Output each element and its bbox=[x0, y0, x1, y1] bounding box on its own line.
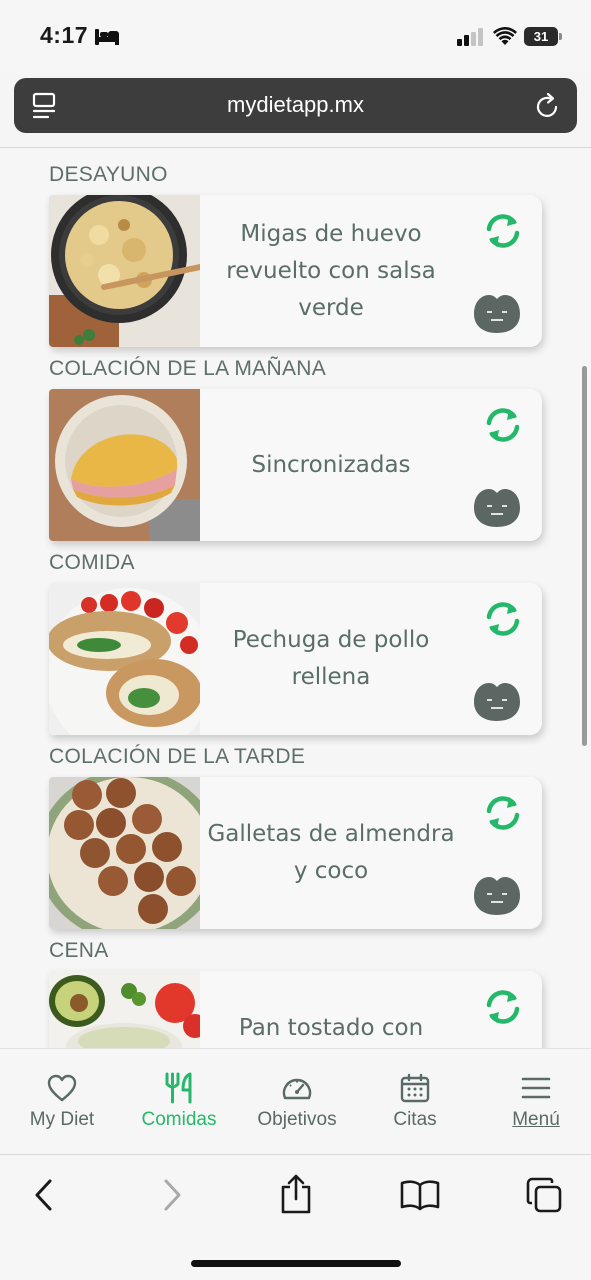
cellular-signal-icon bbox=[457, 28, 485, 46]
tab-label: My Diet bbox=[29, 1109, 95, 1130]
reload-icon[interactable] bbox=[535, 92, 561, 120]
back-icon[interactable] bbox=[32, 1177, 56, 1213]
tab-citas[interactable]: Citas bbox=[360, 1071, 470, 1131]
meal-label: CENA bbox=[49, 939, 109, 962]
bookmarks-icon[interactable] bbox=[400, 1179, 440, 1211]
scrollbar[interactable] bbox=[582, 366, 587, 746]
battery-icon: 31 bbox=[524, 27, 558, 46]
battery-cap bbox=[559, 33, 562, 40]
meal-photo bbox=[49, 389, 200, 541]
forward-icon[interactable] bbox=[160, 1177, 184, 1213]
meal-label: COMIDA bbox=[49, 551, 135, 574]
meal-card[interactable]: Pechuga de pollo rellena bbox=[49, 583, 542, 735]
meal-photo bbox=[49, 971, 200, 1048]
meal-photo bbox=[49, 195, 200, 347]
meal-card[interactable]: Migas de huevo revuelto con salsa verde bbox=[49, 195, 542, 347]
meal-card[interactable]: Sincronizadas bbox=[49, 389, 542, 541]
swap-meal-icon[interactable] bbox=[483, 211, 523, 251]
meal-label: DESAYUNO bbox=[49, 163, 168, 186]
tab-comidas[interactable]: Comidas bbox=[124, 1071, 234, 1131]
tab-label: Comidas bbox=[141, 1109, 217, 1130]
swap-meal-icon[interactable] bbox=[483, 405, 523, 445]
sleep-focus-icon bbox=[95, 29, 119, 45]
tabs-icon[interactable] bbox=[526, 1177, 564, 1215]
meal-title: Sincronizadas bbox=[251, 451, 411, 478]
meal-card[interactable]: Pan tostado con aguacate y queso bbox=[49, 971, 542, 1048]
swap-meal-icon[interactable] bbox=[483, 987, 523, 1027]
neutral-face-icon[interactable] bbox=[474, 295, 520, 333]
tab-label: Citas bbox=[393, 1109, 437, 1130]
neutral-face-icon[interactable] bbox=[474, 489, 520, 527]
meal-title: Pechuga de pollo rellena bbox=[232, 627, 430, 690]
tab-my-diet[interactable]: My Diet bbox=[7, 1071, 117, 1131]
tab-label: Objetivos bbox=[257, 1109, 337, 1130]
gauge-icon bbox=[282, 1078, 312, 1100]
tab-objetivos[interactable]: Objetivos bbox=[242, 1071, 352, 1131]
calendar-icon bbox=[400, 1073, 430, 1103]
app-tab-bar: My Diet Comidas Objetivos Citas Menú bbox=[0, 1048, 591, 1154]
wifi-icon bbox=[493, 27, 517, 45]
tab-label: Menú bbox=[512, 1109, 560, 1130]
meal-card[interactable]: Galletas de almendra y coco bbox=[49, 777, 542, 929]
neutral-face-icon[interactable] bbox=[474, 877, 520, 915]
status-time: 4:17 bbox=[40, 22, 89, 48]
hamburger-menu-icon bbox=[521, 1077, 551, 1099]
heart-icon bbox=[47, 1074, 77, 1102]
share-icon[interactable] bbox=[279, 1173, 313, 1215]
url-text[interactable]: mydietapp.mx bbox=[14, 92, 577, 118]
swap-meal-icon[interactable] bbox=[483, 599, 523, 639]
meal-title: Galletas de almendra y coco bbox=[207, 821, 455, 884]
meal-title: Migas de huevo revuelto con salsa verde bbox=[226, 220, 436, 321]
fork-knife-icon bbox=[165, 1072, 192, 1104]
meal-label: COLACIÓN DE LA MAÑANA bbox=[49, 357, 327, 380]
meal-photo bbox=[49, 777, 200, 929]
swap-meal-icon[interactable] bbox=[483, 793, 523, 833]
meal-photo bbox=[49, 583, 200, 735]
address-bar[interactable]: mydietapp.mx bbox=[14, 78, 577, 133]
meal-label: COLACIÓN DE LA TARDE bbox=[49, 745, 306, 768]
tab-menu[interactable]: Menú bbox=[481, 1071, 591, 1131]
meal-title: Pan tostado con aguacate y queso bbox=[238, 1015, 424, 1041]
home-indicator bbox=[191, 1260, 401, 1267]
neutral-face-icon[interactable] bbox=[474, 683, 520, 721]
meal-list[interactable]: DESAYUNO Migas de huevo revuelto con sal… bbox=[0, 148, 591, 1048]
status-bar: 4:17 31 bbox=[0, 0, 591, 72]
